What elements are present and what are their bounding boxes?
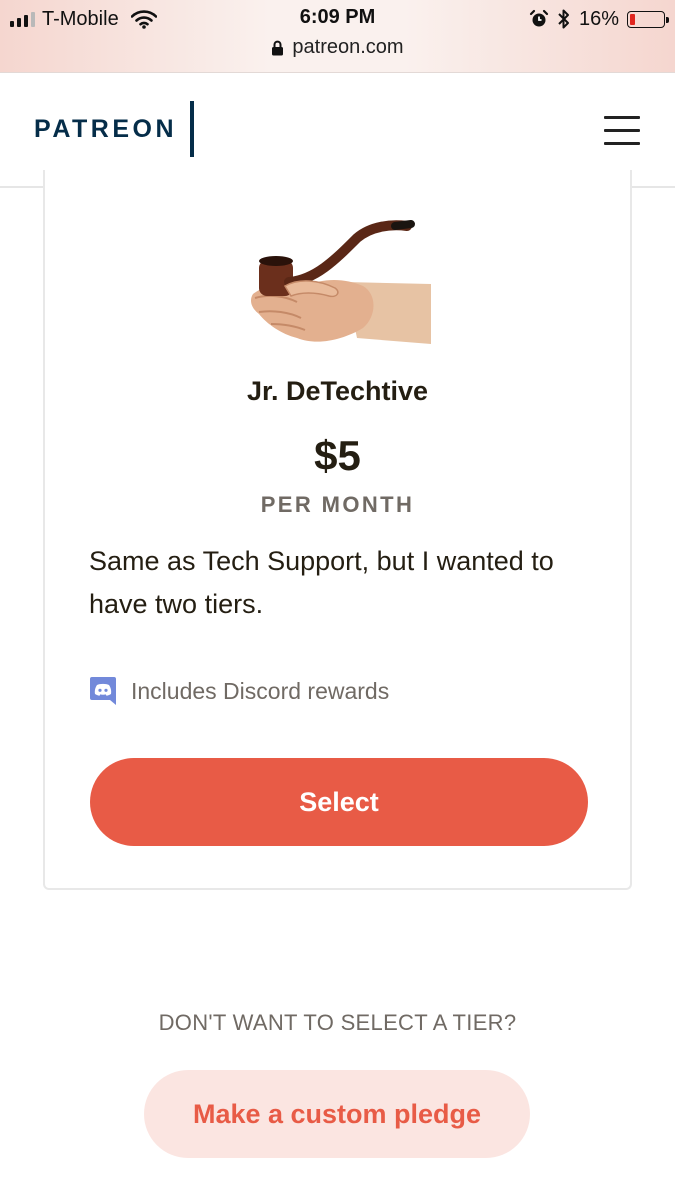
patreon-logo[interactable]: PATREON bbox=[34, 115, 177, 144]
logo-bar bbox=[190, 101, 194, 157]
battery-percent: 16% bbox=[578, 7, 619, 30]
tier-card: Jr. DeTechtive $5 PER MONTH Same as Tech… bbox=[43, 170, 632, 890]
lock-icon bbox=[272, 40, 284, 55]
tier-description: Same as Tech Support, but I wanted to ha… bbox=[89, 546, 554, 619]
tier-price: $5 bbox=[314, 432, 361, 479]
hamburger-menu-icon[interactable] bbox=[600, 113, 644, 147]
no-tier-prompt: DON'T WANT TO SELECT A TIER? bbox=[158, 1010, 517, 1035]
select-button[interactable]: Select bbox=[90, 758, 588, 846]
status-bar: T-Mobile 6:09 PM 16% patreon.com bbox=[0, 0, 675, 73]
benefit-text: Includes Discord rewards bbox=[131, 677, 390, 704]
status-right: 16% bbox=[529, 6, 669, 32]
hand-holding-pipe-image bbox=[251, 220, 431, 344]
alarm-icon bbox=[529, 9, 549, 27]
benefit-item: Includes Discord rewards bbox=[89, 676, 389, 706]
url-bar[interactable]: patreon.com bbox=[0, 36, 675, 59]
custom-pledge-button[interactable]: Make a custom pledge bbox=[144, 1070, 530, 1158]
tier-name: Jr. DeTechtive bbox=[246, 376, 429, 406]
battery-fill bbox=[630, 13, 635, 25]
discord-icon bbox=[90, 677, 116, 705]
battery-icon bbox=[627, 10, 669, 28]
url-text[interactable]: patreon.com bbox=[292, 36, 403, 59]
bluetooth-icon bbox=[558, 9, 569, 29]
price-period: PER MONTH bbox=[260, 492, 415, 517]
